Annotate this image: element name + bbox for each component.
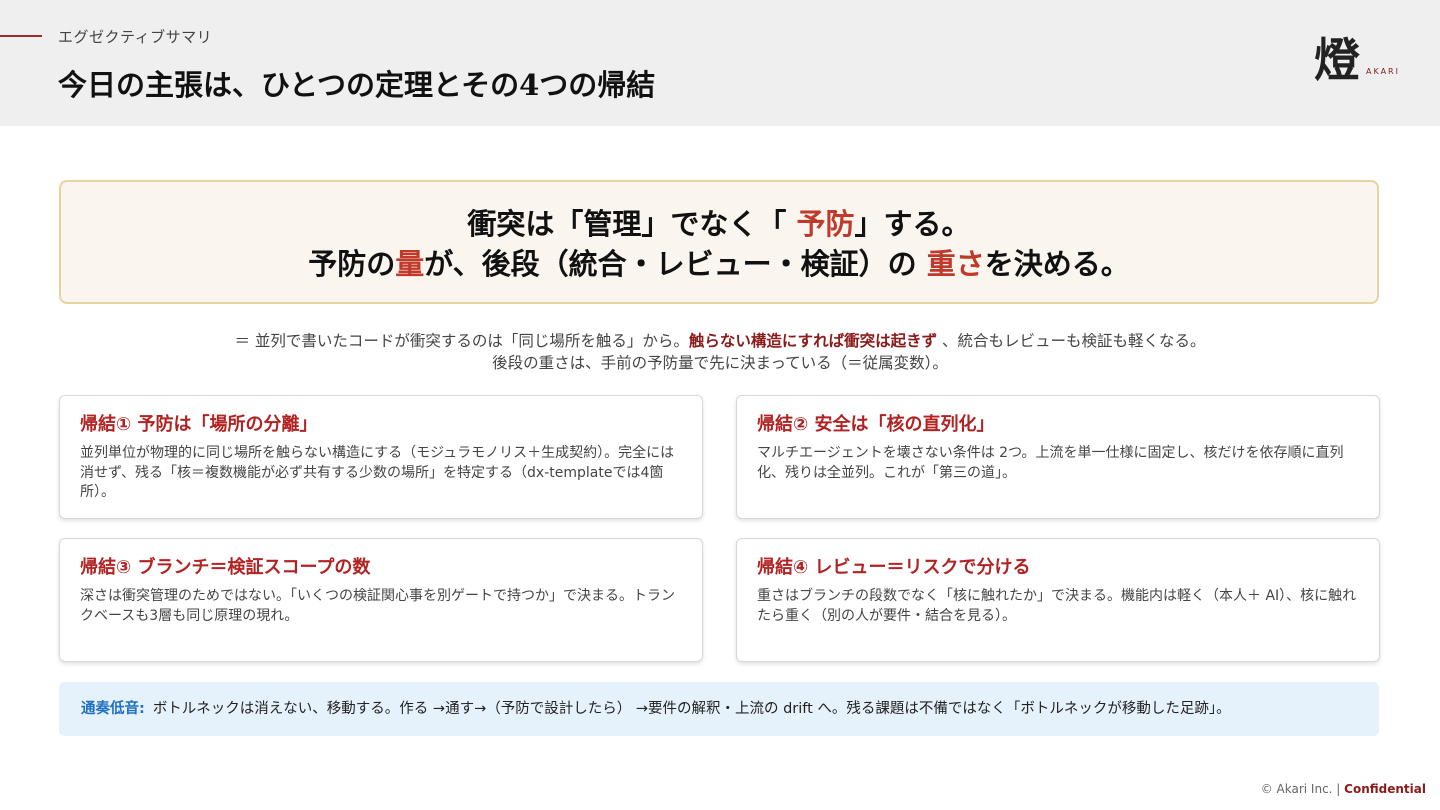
card-title: 帰結③ ブランチ＝検証スコープの数 — [80, 557, 371, 578]
card-title: 帰結④ レビュー＝リスクで分ける — [757, 557, 1031, 578]
page-title: 今日の主張は、ひとつの定理とその4つの帰結 — [58, 68, 656, 102]
card-body: 並列単位が物理的に同じ場所を触らない構造にする（モジュラモノリス＋生成契約）。完… — [80, 445, 675, 500]
thesis-explanation: ＝ 並列で書いたコードが衝突するのは「同じ場所を触る」から。触らない構造にすれば… — [0, 330, 1440, 374]
card-body: 重さはブランチの段数でなく「核に触れたか」で決まる。機能内は軽く（本人＋ AI）… — [757, 588, 1357, 624]
section-label: エグゼクティブサマリ — [58, 28, 213, 46]
card-body: マルチエージェントを壊さない条件は 2つ。上流を単一仕様に固定し、核だけを依存順… — [757, 445, 1344, 481]
explanation-emphasis: 触らない構造にすれば衝突は起きず — [688, 332, 938, 350]
corollary-card-2: 帰結② 安全は「核の直列化」 マルチエージェントを壊さない条件は 2つ。上流を単… — [736, 395, 1380, 519]
header-band: エグゼクティブサマリ 今日の主張は、ひとつの定理とその4つの帰結 燈 AKARI — [0, 0, 1440, 126]
confidential-label: Confidential — [1344, 782, 1426, 796]
thesis-text: 」する。 — [854, 207, 971, 241]
thesis-text: を決める。 — [984, 247, 1130, 281]
explanation-line-2: 後段の重さは、手前の予防量で先に決まっている（＝従属変数）。 — [492, 354, 948, 372]
thesis-accent: 量 — [395, 247, 425, 281]
logo-text: AKARI — [1366, 67, 1400, 76]
thesis-text: 予防の — [308, 247, 396, 281]
explanation-line-1: ＝ 並列で書いたコードが衝突するのは「同じ場所を触る」から。触らない構造にすれば… — [0, 330, 1440, 352]
corollary-card-1: 帰結① 予防は「場所の分離」 並列単位が物理的に同じ場所を触らない構造にする（モ… — [59, 395, 703, 519]
note-text: ボトルネックは消えない、移動する。作る →通す→（予防で設計したら） →要件の解… — [152, 701, 1231, 717]
thesis-line-1: 衝突は「管理」でなく「 予防」する。 — [61, 204, 1377, 244]
undertone-note: 通奏低音: ボトルネックは消えない、移動する。作る →通す→（予防で設計したら） … — [59, 682, 1379, 736]
explanation-text: ＝ 並列で書いたコードが衝突するのは「同じ場所を触る」から。 — [234, 332, 689, 350]
thesis-text: が、後段（統合・レビュー・検証）の — [424, 247, 927, 281]
company-logo: 燈 AKARI — [1314, 34, 1404, 90]
header-accent-rule — [0, 35, 42, 37]
card-title: 帰結② 安全は「核の直列化」 — [757, 414, 995, 435]
corollary-card-3: 帰結③ ブランチ＝検証スコープの数 深さは衝突管理のためではない。「いくつの検証… — [59, 538, 703, 662]
thesis-accent: 重さ — [926, 247, 985, 281]
card-title: 帰結① 予防は「場所の分離」 — [80, 414, 318, 435]
copyright-text: © Akari Inc. | — [1260, 782, 1345, 796]
note-label: 通奏低音: — [81, 701, 145, 717]
explanation-text: 、統合もレビューも検証も軽くなる。 — [937, 332, 1206, 350]
thesis-line-2: 予防の量が、後段（統合・レビュー・検証）の 重さを決める。 — [61, 244, 1377, 284]
corollary-card-4: 帰結④ レビュー＝リスクで分ける 重さはブランチの段数でなく「核に触れたか」で決… — [736, 538, 1380, 662]
thesis-text: 衝突は「管理」でなく「 — [467, 207, 797, 241]
card-body: 深さは衝突管理のためではない。「いくつの検証関心事を別ゲートで持つか」で決まる。… — [80, 588, 675, 624]
copyright: © Akari Inc. | Confidential — [1261, 782, 1426, 796]
thesis-box: 衝突は「管理」でなく「 予防」する。 予防の量が、後段（統合・レビュー・検証）の… — [59, 180, 1379, 304]
logo-mark: 燈 — [1314, 33, 1360, 87]
thesis-accent: 予防 — [796, 207, 855, 241]
